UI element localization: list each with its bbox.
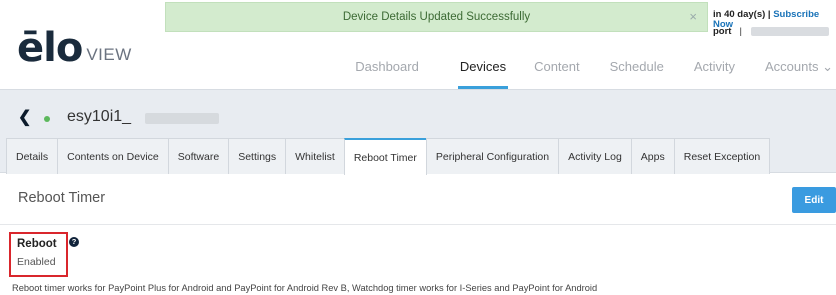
edit-button[interactable]: Edit — [792, 187, 836, 213]
nav-dashboard[interactable]: Dashboard — [355, 59, 419, 88]
reboot-note: Reboot timer works for PayPoint Plus for… — [12, 283, 598, 293]
nav-accounts[interactable]: Accounts ⌄ — [765, 59, 833, 88]
tab-peripheral-configuration[interactable]: Peripheral Configuration — [425, 138, 560, 174]
tab-whitelist[interactable]: Whitelist — [285, 138, 345, 174]
section-title: Reboot Timer — [18, 190, 106, 206]
chevron-left-icon[interactable]: ❮ — [18, 107, 31, 127]
reboot-value: Enabled — [17, 256, 56, 268]
tab-software[interactable]: Software — [167, 138, 230, 174]
tab-contents-on-device[interactable]: Contents on Device — [57, 138, 169, 174]
top-bar: ēlo VIEW Device Details Updated Successf… — [0, 0, 836, 89]
tab-activity-log[interactable]: Activity Log — [558, 138, 632, 174]
main-nav: Dashboard Devices Content Schedule Activ… — [355, 59, 836, 89]
device-name-redacted — [145, 113, 219, 124]
account-separator: | — [739, 26, 742, 37]
elo-view-logo[interactable]: ēlo VIEW — [17, 28, 132, 68]
tab-apps[interactable]: Apps — [630, 138, 675, 174]
account-user-redacted[interactable] — [750, 27, 829, 36]
support-link[interactable]: port — [713, 26, 731, 37]
account-links: port | — [713, 26, 829, 37]
reboot-label: Reboot — [17, 238, 57, 250]
device-tabs: Details Contents on Device Software Sett… — [6, 138, 771, 175]
divider — [0, 224, 836, 225]
nav-schedule[interactable]: Schedule — [610, 59, 664, 88]
nav-devices[interactable]: Devices — [457, 59, 509, 89]
nav-activity[interactable]: Activity — [694, 59, 735, 88]
logo-view-text: VIEW — [86, 45, 132, 64]
toast-message: Device Details Updated Successfully — [342, 11, 531, 23]
help-icon[interactable]: ? — [69, 237, 79, 247]
nav-content[interactable]: Content — [534, 59, 580, 88]
close-icon[interactable]: × — [689, 9, 697, 24]
tab-details[interactable]: Details — [6, 138, 59, 174]
status-dot-icon — [44, 116, 50, 122]
tab-reboot-timer[interactable]: Reboot Timer — [343, 138, 427, 175]
tab-reset-exception[interactable]: Reset Exception — [673, 138, 771, 174]
tab-settings[interactable]: Settings — [228, 138, 287, 174]
logo-elo-text: ēlo — [17, 25, 83, 71]
success-toast: Device Details Updated Successfully × — [165, 2, 708, 32]
device-name: esy10i1_ — [67, 108, 132, 125]
device-header: ❮ esy10i1_ Details Contents on Device So… — [0, 89, 836, 175]
